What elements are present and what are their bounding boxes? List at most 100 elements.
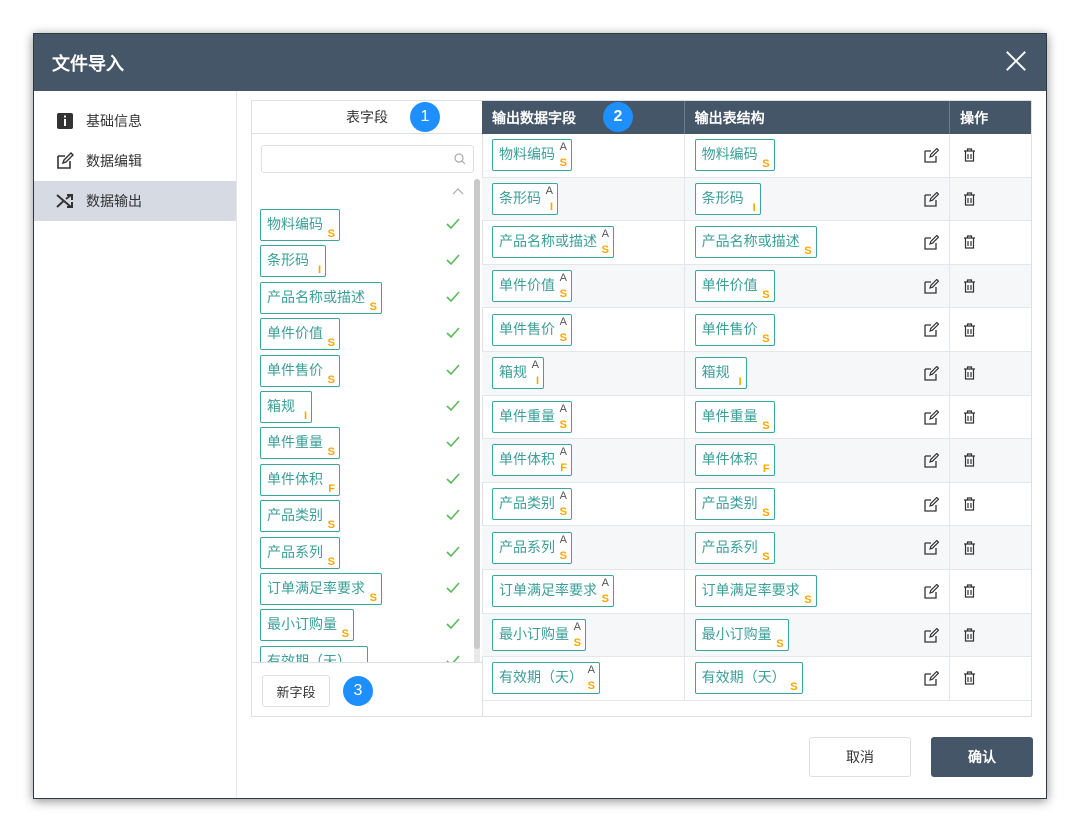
structure-chip[interactable]: 物料编码 S xyxy=(694,139,775,172)
trash-icon[interactable] xyxy=(963,366,976,380)
field-chip[interactable]: 条形码 I xyxy=(260,245,326,278)
output-field-chip[interactable]: 订单满足率要求 A S xyxy=(492,575,614,608)
actions-cell xyxy=(950,308,1031,351)
nav-item-data-edit[interactable]: 数据编辑 xyxy=(34,141,236,181)
table-row: 产品类别 A S 产品类别 S xyxy=(482,482,1031,527)
field-chip[interactable]: 单件重量 S xyxy=(260,427,340,460)
edit-icon[interactable] xyxy=(924,191,940,207)
trash-icon[interactable] xyxy=(963,279,976,293)
output-field-cell: 单件价值 A S xyxy=(482,264,685,308)
field-chip[interactable]: 单件售价 S xyxy=(260,354,340,387)
list-item[interactable]: 有效期（天）S xyxy=(260,645,472,663)
list-item[interactable]: 单件售价 S xyxy=(260,354,472,387)
structure-cell: 最小订购量 S xyxy=(685,613,951,657)
output-field-chip[interactable]: 条形码 A I xyxy=(492,182,558,215)
output-field-chip[interactable]: 最小订购量 A S xyxy=(492,618,586,651)
output-field-chip[interactable]: 单件重量 A S xyxy=(492,400,572,433)
output-field-chip[interactable]: 物料编码 A S xyxy=(492,139,572,172)
nav-item-data-output[interactable]: 数据输出 xyxy=(34,181,236,221)
trash-icon[interactable] xyxy=(963,628,976,642)
edit-icon[interactable] xyxy=(924,235,940,250)
output-field-chip[interactable]: 产品名称或描述 A S xyxy=(492,226,614,259)
list-item[interactable]: 订单满足率要求 S xyxy=(260,573,472,605)
check-icon xyxy=(446,254,460,266)
field-chip[interactable]: 订单满足率要求 S xyxy=(260,573,382,605)
structure-chip[interactable]: 单件售价 S xyxy=(694,313,775,346)
structure-chip[interactable]: 单件体积 F xyxy=(694,444,775,477)
structure-chip[interactable]: 最小订购量 S xyxy=(694,618,789,651)
structure-chip[interactable]: 产品系列 S xyxy=(694,531,775,564)
trash-icon[interactable] xyxy=(963,192,976,206)
structure-chip[interactable]: 条形码 I xyxy=(694,182,761,215)
output-field-chip[interactable]: 有效期（天） A S xyxy=(492,662,600,695)
structure-chip[interactable]: 产品名称或描述 S xyxy=(694,226,817,259)
edit-icon[interactable] xyxy=(924,322,940,338)
new-field-button[interactable]: 新字段 xyxy=(262,675,330,707)
actions-cell xyxy=(950,614,1031,657)
field-chip[interactable]: 单件价值 S xyxy=(260,318,340,351)
edit-icon[interactable] xyxy=(924,583,940,599)
trash-icon[interactable] xyxy=(963,584,976,598)
structure-chip[interactable]: 箱规 I xyxy=(694,357,747,390)
field-chip[interactable]: 产品类别 S xyxy=(260,500,340,533)
structure-chip[interactable]: 单件重量 S xyxy=(694,400,775,433)
edit-icon[interactable] xyxy=(924,496,940,512)
edit-icon[interactable] xyxy=(924,148,940,163)
output-field-chip[interactable]: 产品类别 A S xyxy=(492,488,572,521)
list-item[interactable]: 产品名称或描述 S xyxy=(260,281,472,314)
trash-icon[interactable] xyxy=(963,541,976,555)
list-item[interactable]: 单件价值 S xyxy=(260,318,472,351)
field-chip[interactable]: 最小订购量 S xyxy=(260,609,354,642)
output-field-cell: 最小订购量 A S xyxy=(482,613,685,657)
trash-icon[interactable] xyxy=(963,497,976,511)
list-item[interactable]: 产品类别 S xyxy=(260,500,472,533)
edit-icon[interactable] xyxy=(924,671,940,686)
structure-chip[interactable]: 单件价值 S xyxy=(694,270,775,303)
edit-icon[interactable] xyxy=(924,540,940,555)
list-item[interactable]: 物料编码 S xyxy=(260,209,472,241)
list-item[interactable]: 箱规 I xyxy=(260,391,472,423)
structure-chip[interactable]: 产品类别 S xyxy=(694,488,775,521)
output-field-chip[interactable]: 单件体积 A F xyxy=(492,444,572,477)
nav-item-basic-info[interactable]: 基础信息 xyxy=(34,101,236,141)
trash-icon[interactable] xyxy=(963,671,976,686)
field-chip[interactable]: 产品名称或描述 S xyxy=(260,281,382,314)
structure-cell: 单件体积 F xyxy=(685,439,951,482)
output-field-chip[interactable]: 单件价值 A S xyxy=(492,270,572,303)
field-list-scrollbar[interactable] xyxy=(474,179,480,664)
check-icon xyxy=(446,327,460,339)
structure-chip[interactable]: 订单满足率要求 S xyxy=(694,575,817,608)
edit-icon[interactable] xyxy=(924,278,940,294)
trash-icon[interactable] xyxy=(963,453,976,468)
edit-icon[interactable] xyxy=(924,365,940,381)
trash-icon[interactable] xyxy=(963,323,976,337)
edit-icon[interactable] xyxy=(924,409,940,425)
trash-icon[interactable] xyxy=(963,235,976,250)
output-field-cell: 箱规 A I xyxy=(482,351,685,395)
list-item[interactable]: 条形码 I xyxy=(260,245,472,278)
structure-chip[interactable]: 有效期（天） S xyxy=(694,662,803,695)
list-item[interactable]: 单件重量 S xyxy=(260,427,472,460)
output-field-chip[interactable]: 单件售价 A S xyxy=(492,313,572,346)
dialog-title: 文件导入 xyxy=(52,53,124,74)
field-chip[interactable]: 箱规 I xyxy=(260,391,312,423)
trash-icon[interactable] xyxy=(963,148,976,162)
field-chip[interactable]: 产品系列 S xyxy=(260,536,340,569)
trash-icon[interactable] xyxy=(963,410,976,424)
scrollbar-thumb[interactable] xyxy=(474,179,480,649)
field-search-input[interactable] xyxy=(261,145,474,173)
chevron-up-icon[interactable] xyxy=(452,186,464,196)
close-icon[interactable] xyxy=(1004,49,1028,73)
output-field-chip[interactable]: 箱规 A I xyxy=(492,357,544,390)
list-item[interactable]: 产品系列 S xyxy=(260,536,472,569)
field-chip[interactable]: 有效期（天）S xyxy=(260,645,368,663)
list-item[interactable]: 单件体积 F xyxy=(260,463,472,496)
cancel-button[interactable]: 取消 xyxy=(809,737,911,777)
confirm-button[interactable]: 确认 xyxy=(931,737,1033,777)
field-chip[interactable]: 单件体积 F xyxy=(260,463,340,496)
list-item[interactable]: 最小订购量 S xyxy=(260,609,472,642)
edit-icon[interactable] xyxy=(924,627,940,643)
output-field-chip[interactable]: 产品系列 A S xyxy=(492,531,572,564)
edit-icon[interactable] xyxy=(924,453,940,468)
field-chip[interactable]: 物料编码 S xyxy=(260,209,340,241)
